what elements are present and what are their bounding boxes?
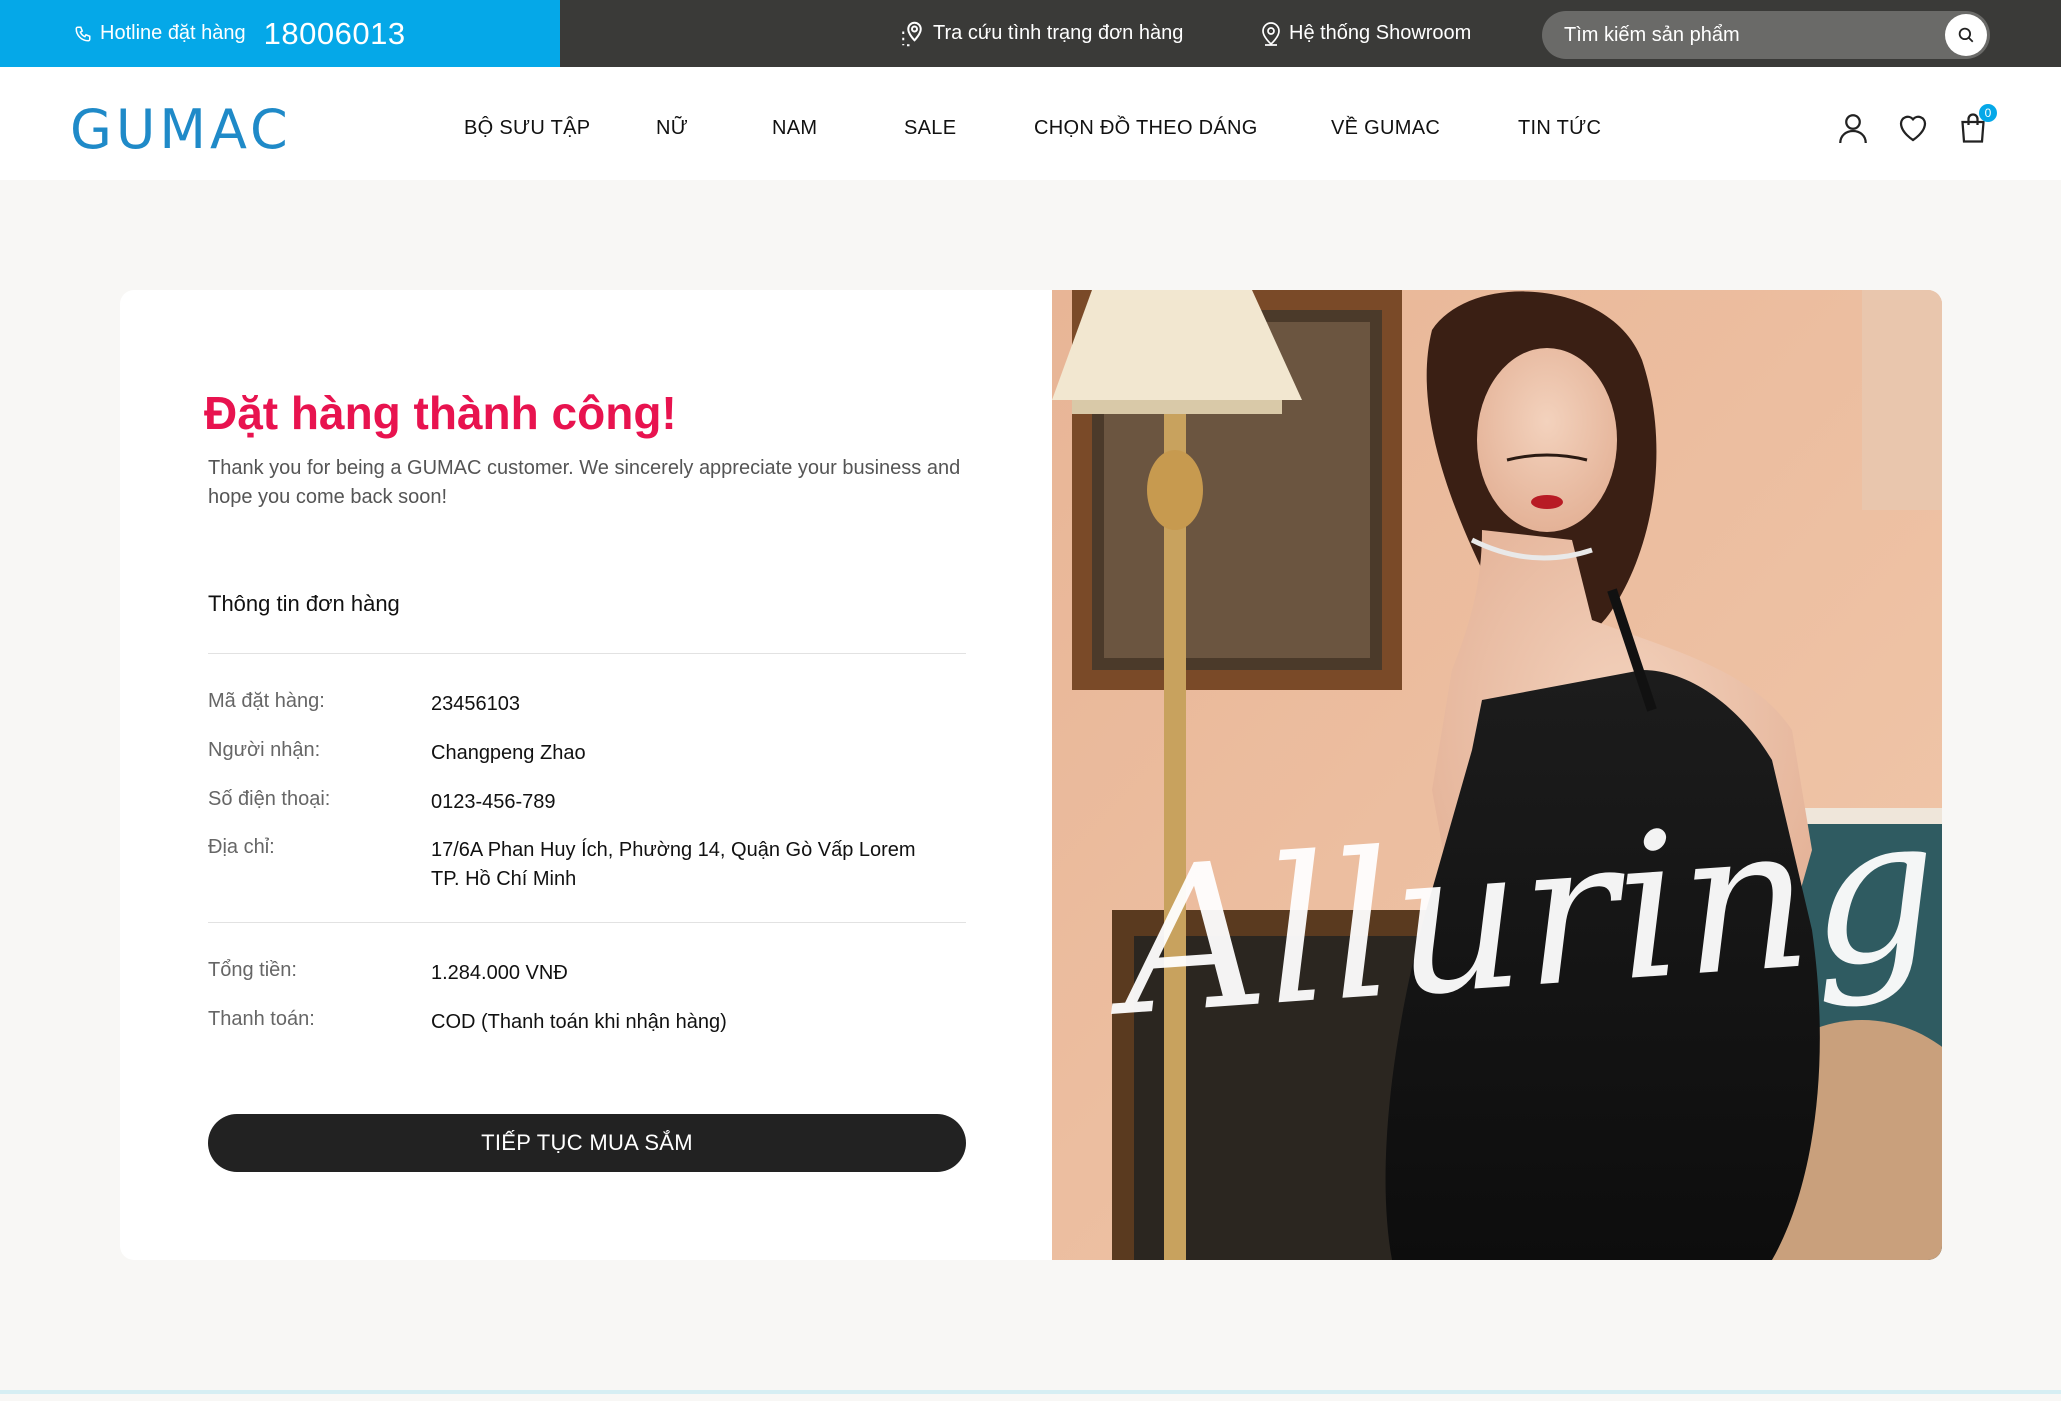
address-value: 17/6A Phan Huy Ích, Phường 14, Quận Gò V…	[431, 839, 916, 890]
order-details-panel: Đặt hàng thành công! Thank you for being…	[120, 290, 1052, 1260]
hotline-number[interactable]: 18006013	[264, 16, 406, 52]
showroom-link[interactable]: Hệ thống Showroom	[1259, 0, 1471, 67]
main-nav: BỘ SƯU TẬP NỮ NAM SALE CHỌN ĐỒ THEO DÁNG…	[0, 67, 2061, 180]
field-label: Tổng tiền:	[208, 959, 297, 981]
search-icon	[1958, 27, 1974, 43]
field-label: Thanh toán:	[208, 1008, 315, 1030]
order-id-value: 23456103	[431, 693, 520, 715]
cart-button[interactable]: 0	[1955, 104, 1997, 146]
nav-men[interactable]: NAM	[772, 117, 817, 140]
cart-count-badge: 0	[1979, 104, 1997, 122]
top-bar: Hotline đặt hàng 18006013 Tra cứu tình t…	[0, 0, 2061, 67]
total-row: Tổng tiền: 1.284.000 VNĐ	[208, 959, 966, 988]
hotline-label: Hotline đặt hàng	[100, 22, 246, 44]
heart-icon	[1899, 115, 1927, 142]
nav-women[interactable]: NỮ	[656, 117, 688, 140]
nav-collection[interactable]: BỘ SƯU TẬP	[464, 117, 590, 140]
order-id-row: Mã đặt hàng: 23456103	[208, 690, 966, 719]
header-actions: 0	[1835, 104, 1997, 146]
recipient-row: Người nhận: Changpeng Zhao	[208, 739, 966, 768]
nav-sale[interactable]: SALE	[904, 117, 956, 140]
nav-about[interactable]: VỀ GUMAC	[1331, 117, 1440, 140]
phone-icon	[75, 26, 91, 42]
showroom-label: Hệ thống Showroom	[1289, 22, 1472, 44]
nav-shop-by-shape[interactable]: CHỌN ĐỒ THEO DÁNG	[1034, 117, 1258, 140]
location-pin-icon	[1262, 21, 1280, 46]
field-label: Mã đặt hàng:	[208, 690, 325, 712]
recipient-value: Changpeng Zhao	[431, 742, 586, 764]
search-button[interactable]	[1945, 14, 1987, 56]
wishlist-button[interactable]	[1895, 110, 1931, 146]
campaign-photo: Alluring.	[1052, 290, 1942, 1260]
map-pin-icon	[902, 21, 922, 46]
field-label: Số điện thoại:	[208, 788, 331, 810]
order-success-card: Đặt hàng thành công! Thank you for being…	[120, 290, 1942, 1260]
phone-row: Số điện thoại: 0123-456-789	[208, 788, 966, 817]
search-box	[1542, 11, 1990, 59]
thank-you-message: Thank you for being a GUMAC customer. We…	[208, 457, 961, 508]
campaign-illustration: Alluring.	[1052, 290, 1942, 1260]
user-icon	[1839, 114, 1867, 144]
payment-value: COD (Thanh toán khi nhận hàng)	[431, 1011, 727, 1033]
footer-divider	[0, 1390, 2061, 1394]
track-order-label: Tra cứu tình trạng đơn hàng	[933, 22, 1184, 44]
main-header: GUMAC BỘ SƯU TẬP NỮ NAM SALE CHỌN ĐỒ THE…	[0, 67, 2061, 180]
divider	[208, 653, 966, 654]
search-input[interactable]	[1564, 23, 1945, 47]
success-title: Đặt hàng thành công!	[204, 387, 677, 439]
field-label: Người nhận:	[208, 739, 321, 761]
continue-shopping-button[interactable]: TIẾP TỤC MUA SẮM	[208, 1114, 966, 1172]
total-value: 1.284.000 VNĐ	[431, 962, 568, 984]
field-label: Địa chỉ:	[208, 836, 275, 858]
order-info-heading: Thông tin đơn hàng	[208, 591, 400, 616]
divider	[208, 922, 966, 923]
payment-row: Thanh toán: COD (Thanh toán khi nhận hàn…	[208, 1008, 966, 1037]
phone-value: 0123-456-789	[431, 791, 556, 813]
track-order-link[interactable]: Tra cứu tình trạng đơn hàng	[897, 0, 1183, 67]
address-row: Địa chỉ: 17/6A Phan Huy Ích, Phường 14, …	[208, 836, 966, 894]
nav-news[interactable]: TIN TỨC	[1518, 117, 1601, 140]
account-button[interactable]	[1835, 110, 1871, 146]
hotline[interactable]: Hotline đặt hàng 18006013	[0, 0, 560, 67]
